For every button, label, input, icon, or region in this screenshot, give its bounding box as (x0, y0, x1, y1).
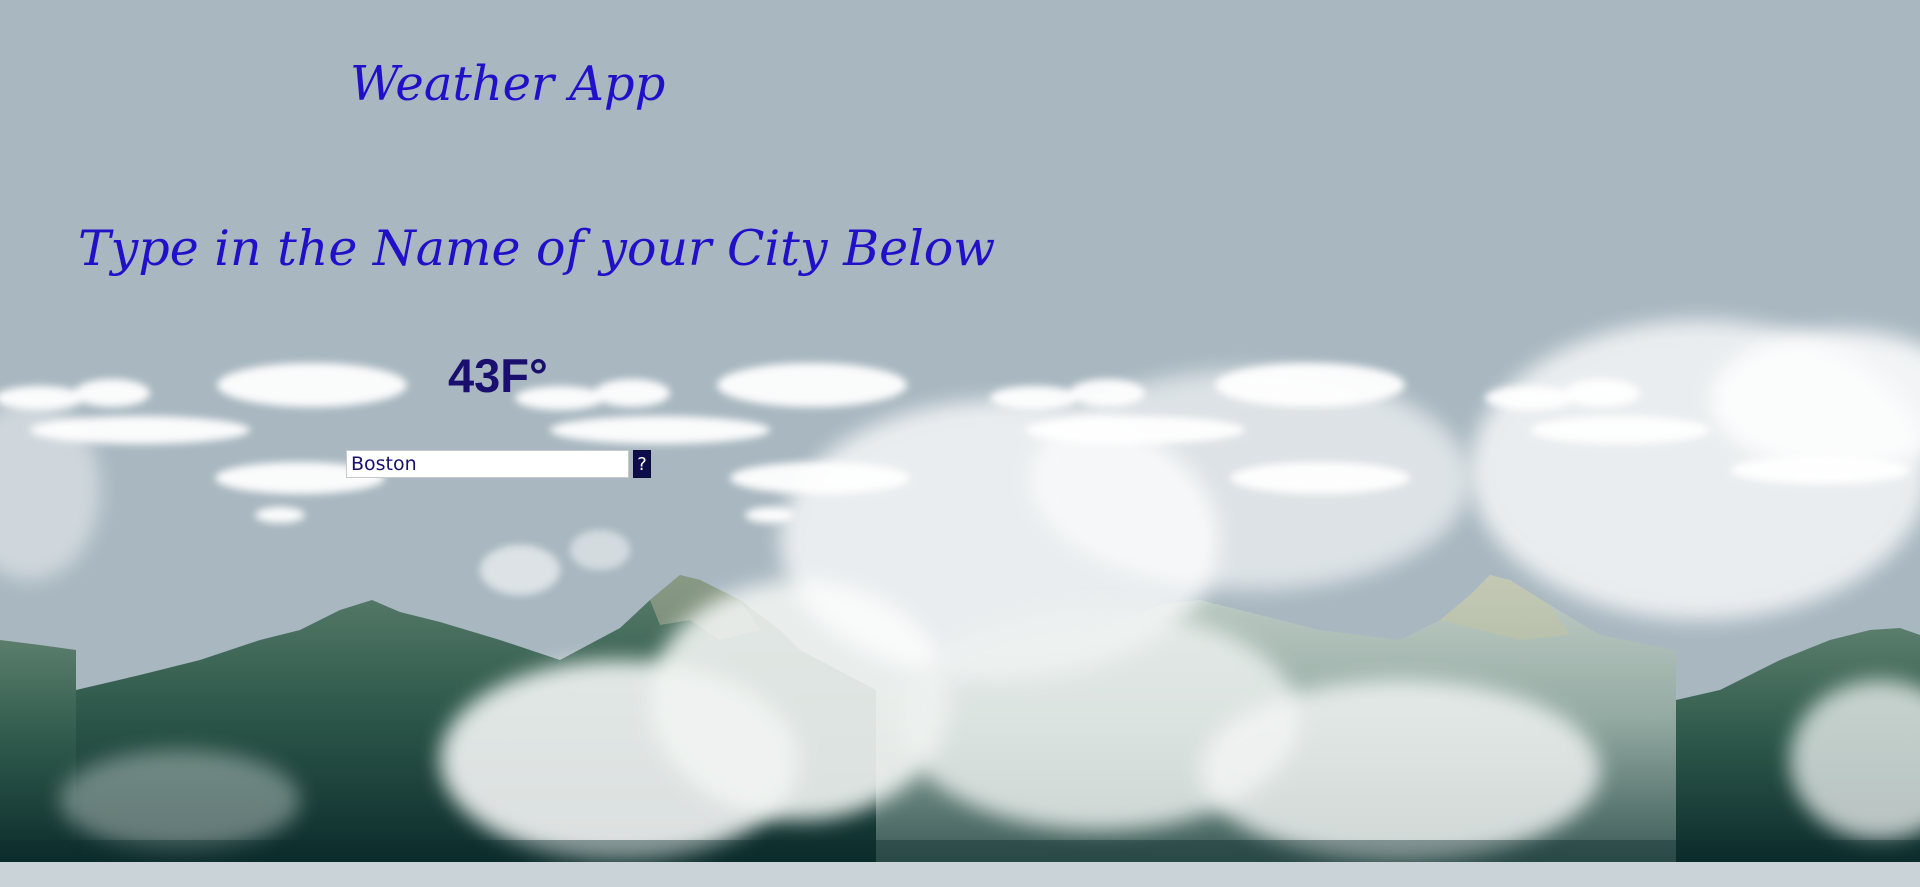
search-submit-button[interactable]: ? (633, 450, 651, 478)
page-bottom-bar (0, 862, 1920, 887)
city-search-input[interactable] (346, 450, 629, 478)
instructions-heading: Type in the Name of your City Below (78, 220, 996, 277)
city-search-form: ? (346, 450, 651, 478)
mountain-cloud-background (0, 320, 1920, 862)
weather-app-page: Weather App Type in the Name of your Cit… (0, 0, 1920, 887)
temperature-readout: 43F° (448, 349, 548, 402)
app-title: Weather App (350, 56, 666, 112)
